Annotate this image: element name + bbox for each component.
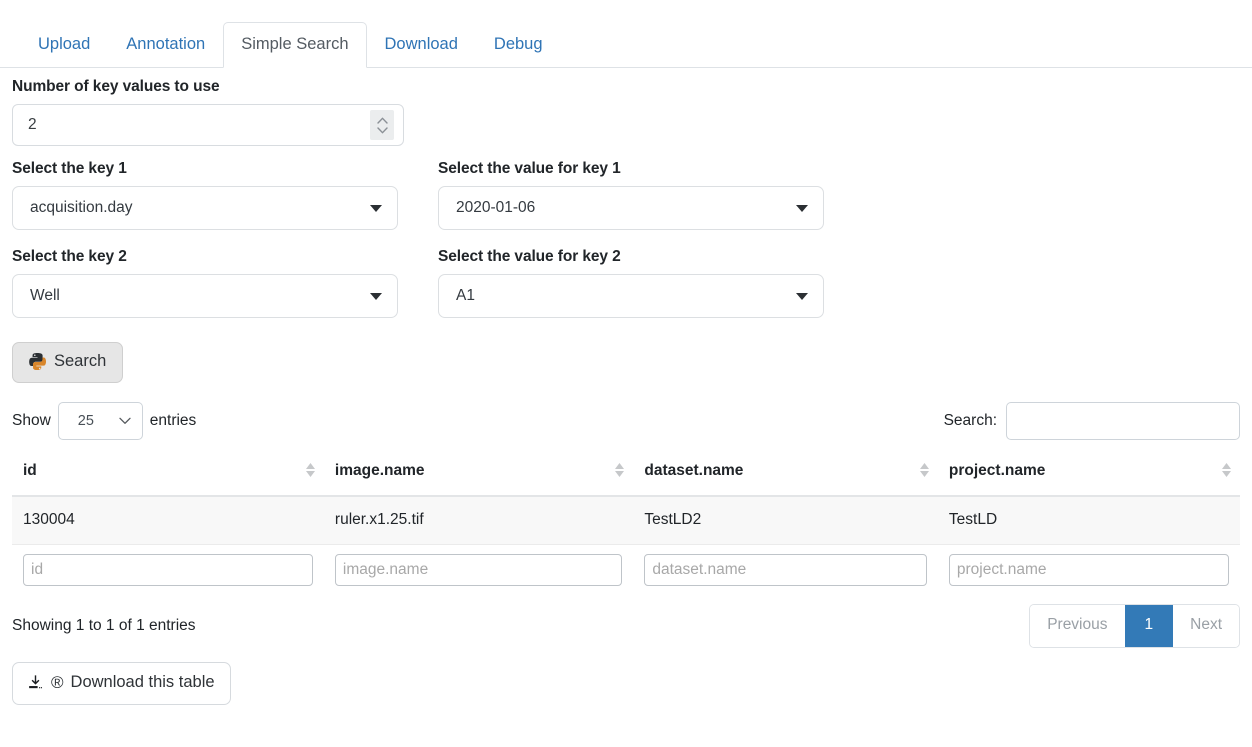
pagination-page-1[interactable]: 1: [1125, 605, 1174, 647]
key-value-row-1: Select the key 1 acquisition.day Select …: [12, 160, 1240, 230]
table-head: id image.name dataset.name: [12, 447, 1240, 496]
registered-mark-icon: ®: [51, 674, 64, 691]
filter-input-dataset-name[interactable]: [644, 554, 927, 586]
python-icon: [29, 353, 46, 370]
chevron-down-icon: [377, 127, 388, 134]
datatable-controls: Show 25 entries Search:: [12, 401, 1240, 441]
pagination: Previous 1 Next: [1029, 604, 1240, 648]
download-icon: [27, 674, 44, 691]
value2-select-wrap[interactable]: A1: [438, 274, 824, 318]
sort-icon: [920, 463, 929, 477]
filter-cell-id: [12, 544, 324, 592]
tab-annotation[interactable]: Annotation: [108, 22, 223, 68]
key1-group: Select the key 1 acquisition.day: [12, 160, 398, 230]
page-length-select[interactable]: 25: [58, 402, 143, 440]
key-count-field[interactable]: [12, 104, 404, 146]
filter-input-image-name[interactable]: [335, 554, 622, 586]
value1-group: Select the value for key 1 2020-01-06: [438, 160, 824, 230]
table-row[interactable]: 130004 ruler.x1.25.tif TestLD2 TestLD: [12, 496, 1240, 545]
value2-group: Select the value for key 2 A1: [438, 248, 824, 318]
table-search-input[interactable]: [1006, 402, 1240, 440]
table-search-control: Search:: [944, 402, 1240, 440]
key1-label: Select the key 1: [12, 160, 398, 178]
cell-project-name: TestLD: [938, 496, 1240, 545]
column-header-project-name[interactable]: project.name: [938, 447, 1240, 496]
datatable-footer: Showing 1 to 1 of 1 entries Previous 1 N…: [12, 604, 1240, 648]
value1-select[interactable]: 2020-01-06: [438, 186, 824, 230]
key1-select[interactable]: acquisition.day: [12, 186, 398, 230]
key2-label: Select the key 2: [12, 248, 398, 266]
value2-label: Select the value for key 2: [438, 248, 824, 266]
key-count-block: Number of key values to use: [12, 78, 1240, 146]
column-label: dataset.name: [644, 462, 743, 479]
table-search-label: Search:: [944, 412, 997, 430]
value1-select-wrap[interactable]: 2020-01-06: [438, 186, 824, 230]
column-label: project.name: [949, 462, 1045, 479]
sort-icon: [615, 463, 624, 477]
tab-download[interactable]: Download: [367, 22, 476, 68]
filter-cell-dataset-name: [633, 544, 938, 592]
sort-icon: [306, 463, 315, 477]
entries-label: entries: [150, 412, 197, 430]
tab-upload[interactable]: Upload: [20, 22, 108, 68]
key2-group: Select the key 2 Well: [12, 248, 398, 318]
tab-bar: Upload Annotation Simple Search Download…: [0, 0, 1252, 68]
column-label: id: [23, 462, 37, 479]
value1-label: Select the value for key 1: [438, 160, 824, 178]
cell-id: 130004: [12, 496, 324, 545]
key-count-label: Number of key values to use: [12, 78, 1240, 96]
table-info: Showing 1 to 1 of 1 entries: [12, 617, 196, 635]
key-count-input[interactable]: [12, 104, 404, 146]
page-length-control: Show 25 entries: [12, 402, 196, 440]
column-header-dataset-name[interactable]: dataset.name: [633, 447, 938, 496]
download-table-label: Download this table: [71, 673, 215, 693]
filter-cell-project-name: [938, 544, 1240, 592]
download-table-button[interactable]: ® Download this table: [12, 662, 231, 705]
key2-select-wrap[interactable]: Well: [12, 274, 398, 318]
column-label: image.name: [335, 462, 425, 479]
key-count-spinner[interactable]: [370, 110, 394, 140]
key1-select-wrap[interactable]: acquisition.day: [12, 186, 398, 230]
simple-search-page: Upload Annotation Simple Search Download…: [0, 0, 1252, 747]
key-value-row-2: Select the key 2 Well Select the value f…: [12, 248, 1240, 318]
column-header-id[interactable]: id: [12, 447, 324, 496]
chevron-up-icon: [377, 117, 388, 124]
value2-select[interactable]: A1: [438, 274, 824, 318]
pagination-previous[interactable]: Previous: [1030, 605, 1124, 647]
filter-input-project-name[interactable]: [949, 554, 1229, 586]
column-header-image-name[interactable]: image.name: [324, 447, 633, 496]
show-label: Show: [12, 412, 51, 430]
pagination-next[interactable]: Next: [1173, 605, 1239, 647]
key2-select[interactable]: Well: [12, 274, 398, 318]
cell-dataset-name: TestLD2: [633, 496, 938, 545]
tab-debug[interactable]: Debug: [476, 22, 561, 68]
table-body: 130004 ruler.x1.25.tif TestLD2 TestLD: [12, 496, 1240, 545]
table-header-row: id image.name dataset.name: [12, 447, 1240, 496]
column-filter-row: [12, 544, 1240, 592]
filter-cell-image-name: [324, 544, 633, 592]
tab-simple-search[interactable]: Simple Search: [223, 22, 366, 68]
search-button-label: Search: [54, 352, 106, 372]
table-foot: [12, 544, 1240, 592]
search-button[interactable]: Search: [12, 342, 123, 383]
sort-icon: [1222, 463, 1231, 477]
results-table: id image.name dataset.name: [12, 447, 1240, 592]
filter-input-id[interactable]: [23, 554, 313, 586]
cell-image-name: ruler.x1.25.tif: [324, 496, 633, 545]
page-length-select-wrap[interactable]: 25: [58, 402, 143, 440]
